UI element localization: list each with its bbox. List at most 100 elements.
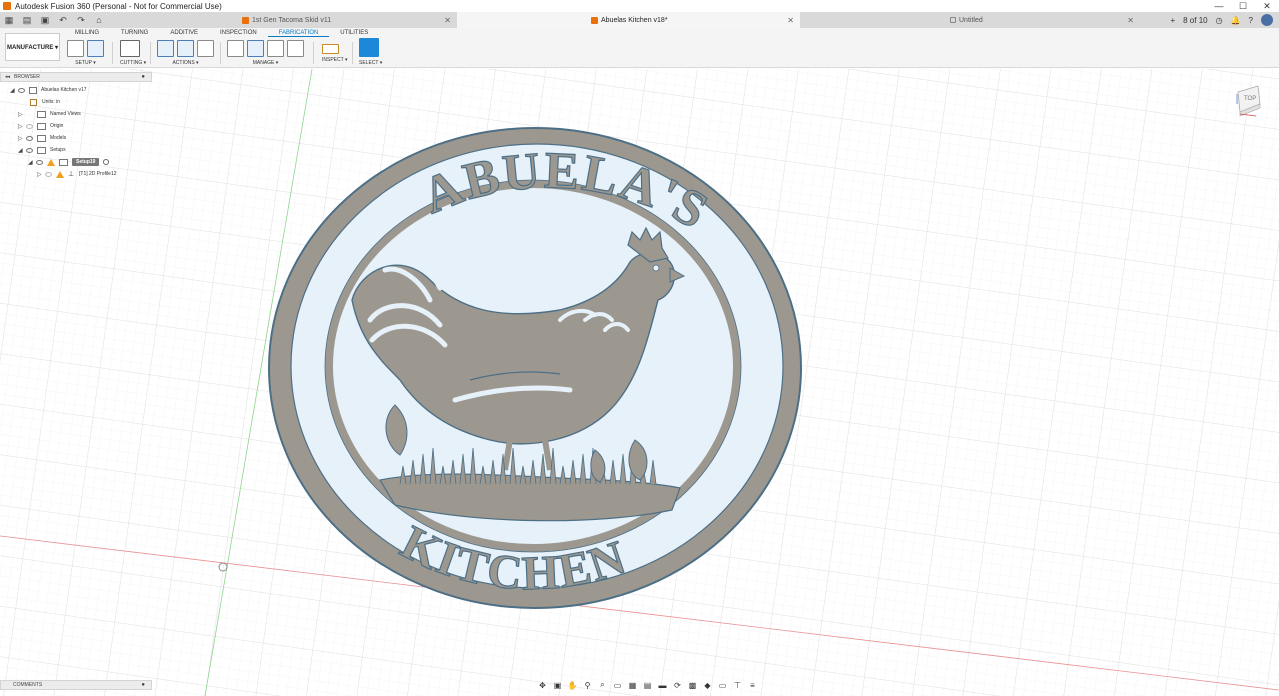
- visibility-eye-icon[interactable]: [18, 87, 25, 93]
- expand-arrow-icon[interactable]: ▷: [37, 171, 45, 178]
- setup-sheet-icon[interactable]: [87, 40, 104, 57]
- tree-item-setups[interactable]: ◢ Setups: [0, 144, 152, 156]
- template-library-icon[interactable]: [267, 40, 284, 57]
- tab-milling[interactable]: MILLING: [64, 29, 110, 37]
- post-library-icon[interactable]: [287, 40, 304, 57]
- close-tab-icon[interactable]: ✕: [1127, 16, 1134, 25]
- actions-menu[interactable]: ACTIONS ▾: [157, 60, 214, 66]
- visibility-eye-icon[interactable]: [26, 147, 33, 153]
- zoom-icon[interactable]: ⚲: [581, 680, 594, 690]
- tab-additive[interactable]: ADDITIVE: [159, 29, 209, 37]
- measure-icon[interactable]: [322, 44, 339, 54]
- tree-item-document[interactable]: ◢ Abuelas Kitchen v17: [0, 84, 152, 96]
- help-icon[interactable]: ?: [1249, 16, 1253, 25]
- tab-turning[interactable]: TURNING: [110, 29, 159, 37]
- save-icon[interactable]: ▣: [38, 13, 52, 27]
- collapse-arrow-icon[interactable]: ◢: [10, 87, 18, 94]
- minimize-button[interactable]: —: [1207, 0, 1231, 12]
- design-canvas[interactable]: ABUELA'SKITCHEN: [0, 69, 1279, 696]
- capture-position-icon[interactable]: ▣: [551, 680, 564, 690]
- visibility-eye-icon[interactable]: [26, 123, 33, 129]
- tool-display-icon[interactable]: ⊤: [731, 680, 744, 690]
- tool-library-icon[interactable]: [227, 40, 244, 57]
- pan-icon[interactable]: ✋: [566, 680, 579, 690]
- toolpath-display-icon[interactable]: ▭: [716, 680, 729, 690]
- orbit-icon[interactable]: ⟳: [671, 680, 684, 690]
- sign-model[interactable]: ABUELA'SKITCHEN: [268, 127, 802, 609]
- shaded-display-icon[interactable]: ◆: [701, 680, 714, 690]
- manage-group: MANAGE ▾: [227, 40, 304, 66]
- visibility-eye-icon[interactable]: [26, 135, 33, 141]
- manage-menu[interactable]: MANAGE ▾: [227, 60, 304, 66]
- home-icon[interactable]: ⌂: [92, 13, 106, 27]
- tree-label: Setups: [50, 147, 66, 153]
- tree-item-origin[interactable]: ▷ Origin: [0, 120, 152, 132]
- select-cursor-icon[interactable]: [359, 38, 379, 57]
- viewports-icon[interactable]: ▤: [641, 680, 654, 690]
- close-tab-icon[interactable]: ✕: [444, 16, 451, 25]
- tab-label: Abuelas Kitchen v18*: [601, 16, 668, 24]
- post-process-g1g2-icon[interactable]: [177, 40, 194, 57]
- camera-icon[interactable]: ▬: [656, 680, 669, 690]
- activate-radio-icon[interactable]: [103, 159, 110, 165]
- tree-item-profile-op[interactable]: ▷ ⊥ [T1] 2D Profile12: [0, 168, 152, 180]
- open-folder-icon[interactable]: [67, 40, 84, 57]
- tree-item-setup19[interactable]: ◢ Setup19: [0, 156, 152, 168]
- expand-arrow-icon[interactable]: ▷: [18, 111, 26, 118]
- close-tab-icon[interactable]: ✕: [787, 16, 794, 25]
- fusion-app-icon: [3, 2, 11, 10]
- tab-inspection[interactable]: INSPECTION: [209, 29, 268, 37]
- collapse-arrow-icon[interactable]: ◢: [28, 159, 36, 166]
- inspect-menu[interactable]: INSPECT ▾: [322, 57, 347, 63]
- tab-tacoma-skid[interactable]: 1st Gen Tacoma Skid v11 ✕: [112, 12, 457, 28]
- comments-label: COMMENTS: [13, 682, 43, 688]
- fit-icon[interactable]: ⌕: [596, 680, 609, 690]
- expand-arrow-icon[interactable]: ▷: [18, 135, 26, 142]
- pin-icon[interactable]: ●: [141, 74, 145, 80]
- app-grid-icon[interactable]: ▦: [2, 13, 16, 27]
- simulate-icon[interactable]: [157, 40, 174, 57]
- viewcube[interactable]: TOP: [1234, 84, 1264, 120]
- tab-utilities[interactable]: UTILITIES: [329, 29, 379, 37]
- cutting-menu[interactable]: CUTTING ▾: [120, 60, 146, 66]
- display-settings-icon[interactable]: ▭: [611, 680, 624, 690]
- file-menu-icon[interactable]: ▤: [20, 13, 34, 27]
- redo-icon[interactable]: ↷: [74, 13, 88, 27]
- tab-abuelas-kitchen[interactable]: Abuelas Kitchen v18* ✕: [457, 12, 800, 28]
- avatar[interactable]: [1261, 14, 1273, 26]
- move-icon[interactable]: ✥: [536, 680, 549, 690]
- tab-untitled[interactable]: Untitled ✕: [800, 12, 1140, 28]
- simulation-display-icon[interactable]: ≡: [746, 680, 759, 690]
- setup-menu[interactable]: SETUP ▾: [67, 60, 104, 66]
- machine-library-icon[interactable]: [247, 40, 264, 57]
- 2d-profile-cut-icon[interactable]: [120, 40, 140, 57]
- comments-panel[interactable]: COMMENTS ●: [0, 680, 152, 690]
- tab-fabrication[interactable]: FABRICATION: [267, 29, 330, 37]
- job-status-label[interactable]: 8 of 10: [1183, 16, 1207, 25]
- maximize-button[interactable]: ☐: [1231, 0, 1255, 12]
- workspace-switcher[interactable]: MANUFACTURE ▾: [5, 33, 60, 61]
- collapse-icon[interactable]: ◂◂: [5, 74, 10, 80]
- visibility-eye-icon[interactable]: [36, 159, 43, 165]
- visibility-eye-icon[interactable]: [45, 171, 52, 177]
- tree-item-models[interactable]: ▷ Models: [0, 132, 152, 144]
- actions-group: ACTIONS ▾: [157, 40, 214, 66]
- undo-icon[interactable]: ↶: [56, 13, 70, 27]
- cutter-icon: ⊥: [68, 171, 75, 178]
- expand-arrow-icon[interactable]: ▷: [18, 123, 26, 130]
- browser-header[interactable]: ◂◂ BROWSER ●: [0, 72, 152, 82]
- notifications-icon[interactable]: 🔔: [1231, 16, 1241, 25]
- pin-icon[interactable]: ●: [141, 682, 145, 688]
- tree-item-units[interactable]: Units: in: [0, 96, 152, 108]
- new-tab-icon[interactable]: +: [1170, 16, 1175, 25]
- grid-settings-icon[interactable]: ▦: [626, 680, 639, 690]
- clock-icon[interactable]: ◷: [1216, 16, 1223, 25]
- select-menu[interactable]: SELECT ▾: [359, 60, 382, 66]
- close-window-button[interactable]: ✕: [1255, 0, 1279, 12]
- collapse-arrow-icon[interactable]: ◢: [18, 147, 26, 154]
- select-group: SELECT ▾: [359, 38, 382, 66]
- tree-item-named-views[interactable]: ▷ Named Views: [0, 108, 152, 120]
- stock-display-icon[interactable]: ▩: [686, 680, 699, 690]
- setup-sheet-doc-icon[interactable]: [197, 40, 214, 57]
- fusion-doc-icon: [591, 16, 598, 24]
